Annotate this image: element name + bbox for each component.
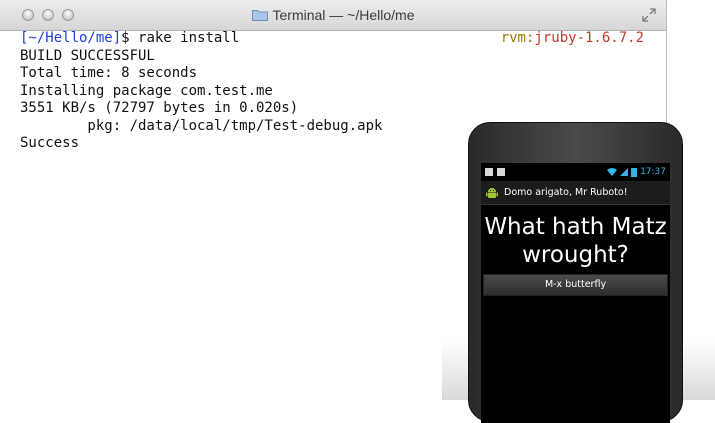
- title-bar[interactable]: Terminal — ~/Hello/me: [0, 0, 666, 31]
- output-line: 3551 KB/s (72797 bytes in 0.020s): [20, 100, 299, 116]
- notification-icon: [485, 168, 493, 176]
- butterfly-button[interactable]: M-x butterfly: [483, 274, 668, 296]
- prompt-command: $ rake install: [121, 30, 240, 46]
- rvm-version: jruby-1.6.7.2: [534, 30, 644, 46]
- signal-icon: [620, 168, 629, 176]
- rvm-label: rvm:: [500, 30, 535, 46]
- folder-icon: [251, 10, 268, 21]
- status-time: 17:37: [640, 167, 666, 177]
- window-title: Terminal — ~/Hello/me: [272, 7, 415, 23]
- headline-text: What hath Matz wrought?: [484, 214, 667, 268]
- prompt-path: [~/Hello/me]: [20, 30, 122, 46]
- android-icon: [486, 187, 498, 198]
- status-bar: 17:37: [481, 163, 670, 181]
- wifi-icon: [607, 168, 618, 176]
- output-line: Total time: 8 seconds: [20, 65, 198, 81]
- android-phone: 17:37 Domo arigato, Mr Ruboto! What hath…: [468, 122, 683, 423]
- notification-icon: [497, 168, 505, 176]
- phone-screen: 17:37 Domo arigato, Mr Ruboto! What hath…: [481, 163, 670, 423]
- output-line: Installing package com.test.me: [20, 82, 273, 99]
- rvm-indicator: rvm:jruby-1.6.7.2: [501, 30, 644, 48]
- battery-icon: [631, 167, 638, 177]
- output-line: BUILD SUCCESSFUL: [20, 47, 155, 64]
- action-bar: Domo arigato, Mr Ruboto!: [481, 181, 670, 205]
- app-title: Domo arigato, Mr Ruboto!: [504, 187, 628, 198]
- app-content: What hath Matz wrought? M-x butterfly: [481, 205, 670, 296]
- fullscreen-icon[interactable]: [642, 8, 656, 22]
